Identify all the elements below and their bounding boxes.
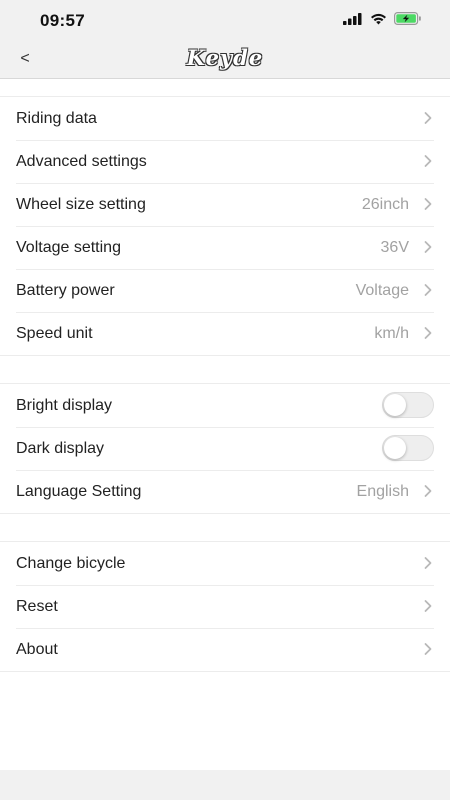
row-value: Voltage bbox=[355, 281, 409, 299]
row-label: Advanced settings bbox=[16, 152, 147, 170]
section-spacer bbox=[0, 514, 450, 541]
toggle-knob bbox=[384, 394, 406, 416]
row-riding-data[interactable]: Riding data bbox=[0, 97, 450, 140]
bright-display-toggle[interactable] bbox=[382, 392, 434, 418]
chevron-right-icon bbox=[424, 198, 432, 210]
row-label: Riding data bbox=[16, 109, 97, 127]
settings-group-display: Bright display Dark display Language Set… bbox=[0, 383, 450, 514]
row-language-setting[interactable]: Language Setting English bbox=[0, 470, 450, 513]
chevron-right-icon bbox=[424, 643, 432, 655]
row-label: Bright display bbox=[16, 396, 113, 414]
settings-list: Riding data Advanced settings Wheel size… bbox=[0, 79, 450, 770]
signal-icon bbox=[343, 12, 362, 25]
row-reset[interactable]: Reset bbox=[0, 585, 450, 628]
settings-group-device: Change bicycle Reset About bbox=[0, 541, 450, 672]
row-label: Change bicycle bbox=[16, 554, 126, 572]
row-label: Reset bbox=[16, 597, 58, 615]
row-change-bicycle[interactable]: Change bicycle bbox=[0, 542, 450, 585]
chevron-right-icon bbox=[424, 241, 432, 253]
settings-group-ride: Riding data Advanced settings Wheel size… bbox=[0, 96, 450, 356]
row-value: English bbox=[356, 482, 409, 500]
nav-bar: < Keyde bbox=[0, 40, 450, 79]
row-bright-display: Bright display bbox=[0, 384, 450, 427]
row-label: Dark display bbox=[16, 439, 105, 457]
chevron-right-icon bbox=[424, 112, 432, 124]
row-value: 26inch bbox=[361, 195, 409, 213]
row-dark-display: Dark display bbox=[0, 427, 450, 470]
chevron-right-icon bbox=[424, 600, 432, 612]
chevron-right-icon bbox=[424, 327, 432, 339]
row-about[interactable]: About bbox=[0, 628, 450, 671]
app-title-logo: Keyde bbox=[186, 45, 264, 70]
row-voltage-setting[interactable]: Voltage setting 36V bbox=[0, 226, 450, 269]
row-value: 36V bbox=[380, 238, 409, 256]
row-label: About bbox=[16, 640, 58, 658]
row-advanced-settings[interactable]: Advanced settings bbox=[0, 140, 450, 183]
section-spacer bbox=[0, 356, 450, 383]
row-label: Battery power bbox=[16, 281, 115, 299]
row-label: Language Setting bbox=[16, 482, 142, 500]
row-wheel-size-setting[interactable]: Wheel size setting 26inch bbox=[0, 183, 450, 226]
row-value: km/h bbox=[374, 324, 409, 342]
row-label: Voltage setting bbox=[16, 238, 121, 256]
chevron-right-icon bbox=[424, 557, 432, 569]
row-label: Speed unit bbox=[16, 324, 93, 342]
row-label: Wheel size setting bbox=[16, 195, 146, 213]
row-speed-unit[interactable]: Speed unit km/h bbox=[0, 312, 450, 355]
chevron-right-icon bbox=[424, 155, 432, 167]
bottom-bar bbox=[0, 770, 450, 800]
toggle-knob bbox=[384, 437, 406, 459]
chevron-right-icon bbox=[424, 485, 432, 497]
status-time: 09:57 bbox=[40, 11, 85, 30]
section-spacer bbox=[0, 79, 450, 96]
dark-display-toggle[interactable] bbox=[382, 435, 434, 461]
wifi-icon bbox=[371, 13, 386, 24]
status-bar: 09:57 bbox=[0, 0, 450, 40]
row-battery-power[interactable]: Battery power Voltage bbox=[0, 269, 450, 312]
chevron-right-icon bbox=[424, 284, 432, 296]
battery-charging-icon bbox=[394, 12, 421, 25]
status-icons bbox=[343, 12, 422, 25]
